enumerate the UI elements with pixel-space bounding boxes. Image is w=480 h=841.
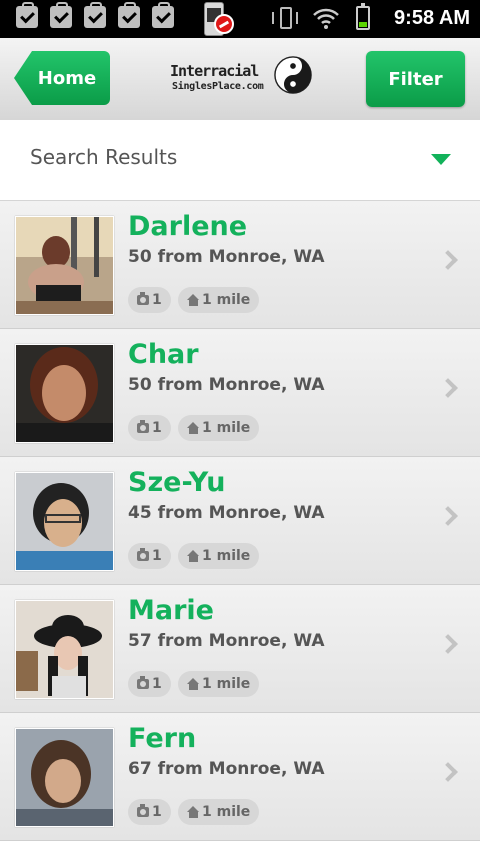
profile-name: Char (128, 339, 199, 370)
home-button[interactable]: Home (14, 51, 110, 105)
distance-value: 1 mile (202, 548, 251, 564)
filter-button[interactable]: Filter (366, 51, 465, 107)
notification-icons (16, 2, 174, 28)
home-icon (187, 294, 200, 306)
market-update-icon (84, 2, 106, 28)
profile-name: Marie (128, 595, 214, 626)
distance-value: 1 mile (202, 676, 251, 692)
status-bar: 9:58 AM (0, 0, 480, 38)
clock: 9:58 AM (394, 7, 470, 29)
photo-count: 1 (152, 292, 162, 308)
distance-badge: 1 mile (178, 799, 260, 825)
profile-photo (15, 344, 114, 443)
wifi-icon (313, 8, 339, 29)
profile-location: 57 from Monroe, WA (128, 631, 325, 651)
market-update-icon (16, 2, 38, 28)
profile-row-marie[interactable]: Marie 57 from Monroe, WA 1 1 mile (0, 585, 480, 713)
profile-row-fern[interactable]: Fern 67 from Monroe, WA 1 1 mile (0, 713, 480, 841)
app-header: Home Interracial SinglesPlace.com Filter (0, 38, 480, 121)
profile-row-sze-yu[interactable]: Sze-Yu 45 from Monroe, WA 1 1 mile (0, 457, 480, 585)
photo-count-badge: 1 (128, 415, 171, 441)
distance-badge: 1 mile (178, 543, 260, 569)
profile-name: Fern (128, 723, 197, 754)
photo-count-badge: 1 (128, 543, 171, 569)
photo-count: 1 (152, 676, 162, 692)
chevron-right-icon (438, 634, 458, 654)
distance-badge: 1 mile (178, 287, 260, 313)
chevron-right-icon (438, 250, 458, 270)
home-icon (187, 806, 200, 818)
logo-text-line1: Interracial (170, 62, 259, 80)
profile-name: Sze-Yu (128, 467, 226, 498)
distance-value: 1 mile (202, 804, 251, 820)
chevron-right-icon (438, 378, 458, 398)
distance-badge: 1 mile (178, 671, 260, 697)
profile-location: 50 from Monroe, WA (128, 247, 325, 267)
distance-value: 1 mile (202, 292, 251, 308)
profile-name: Darlene (128, 211, 248, 242)
market-update-icon (152, 2, 174, 28)
photo-count-badge: 1 (128, 671, 171, 697)
profile-location: 45 from Monroe, WA (128, 503, 325, 523)
search-results-label: Search Results (30, 145, 178, 169)
camera-icon (137, 804, 149, 817)
profile-photo (15, 472, 114, 571)
profile-location: 50 from Monroe, WA (128, 375, 325, 395)
distance-value: 1 mile (202, 420, 251, 436)
profile-photo (15, 728, 114, 827)
profile-row-char[interactable]: Char 50 from Monroe, WA 1 1 mile (0, 329, 480, 457)
profile-photo (15, 600, 114, 699)
camera-icon (137, 292, 149, 305)
logo-text-line2: SinglesPlace.com (172, 81, 264, 92)
market-update-icon (118, 2, 140, 28)
profile-photo (15, 216, 114, 315)
home-icon (187, 678, 200, 690)
photo-count: 1 (152, 420, 162, 436)
photo-count: 1 (152, 548, 162, 564)
chevron-right-icon (438, 506, 458, 526)
yin-yang-icon (274, 56, 312, 94)
no-sim-icon (214, 14, 234, 34)
photo-count-badge: 1 (128, 799, 171, 825)
market-update-icon (50, 2, 72, 28)
photo-count-badge: 1 (128, 287, 171, 313)
distance-badge: 1 mile (178, 415, 260, 441)
profile-location: 67 from Monroe, WA (128, 759, 325, 779)
vibrate-icon (272, 7, 300, 31)
dropdown-arrow-icon[interactable] (431, 154, 451, 165)
search-results-dropdown[interactable]: Search Results (0, 120, 480, 201)
photo-count: 1 (152, 804, 162, 820)
camera-icon (137, 548, 149, 561)
profile-row-darlene[interactable]: Darlene 50 from Monroe, WA 1 1 mile (0, 201, 480, 329)
profile-list: Darlene 50 from Monroe, WA 1 1 mile Char… (0, 201, 480, 841)
chevron-right-icon (438, 762, 458, 782)
home-icon (187, 550, 200, 562)
battery-icon (356, 3, 370, 30)
home-icon (187, 422, 200, 434)
camera-icon (137, 676, 149, 689)
app-logo: Interracial SinglesPlace.com (170, 54, 312, 100)
camera-icon (137, 420, 149, 433)
